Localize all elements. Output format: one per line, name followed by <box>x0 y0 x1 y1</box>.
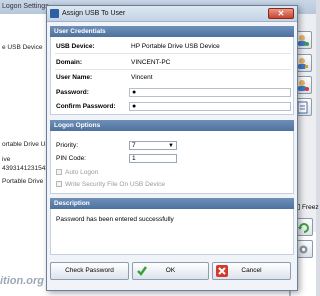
domain-value: VINCENT-PC <box>131 59 171 66</box>
watermark: ition.org <box>0 275 44 287</box>
priority-select[interactable]: 7 ▼ <box>129 141 177 150</box>
checkbox-icon <box>56 181 62 188</box>
user-name-label: User Name: <box>56 74 93 81</box>
auto-logon-label: Auto Logon <box>65 169 99 176</box>
parent-title: Logon Settings <box>2 3 49 10</box>
ok-label: OK <box>165 267 176 274</box>
checkmark-icon <box>137 266 148 276</box>
description-text: Password has been entered successfully <box>56 216 174 223</box>
ok-button[interactable]: OK <box>132 262 209 280</box>
checkbox-icon <box>56 169 62 176</box>
description-panel: Password has been entered successfully <box>50 209 294 255</box>
close-icon <box>216 265 228 277</box>
divider <box>55 69 291 70</box>
refresh-icon <box>298 223 309 233</box>
description-header: Description <box>50 198 294 209</box>
write-security-label: Write Security File On USB Device <box>65 181 165 188</box>
freeze-label: Freez <box>302 204 319 211</box>
user-name-value: Vincent <box>131 74 153 81</box>
dialog-titlebar[interactable]: Assign USB To User ✕ <box>47 6 297 22</box>
password-field[interactable]: ● <box>129 88 291 97</box>
dialog-title: Assign USB To User <box>62 10 126 17</box>
write-security-checkbox[interactable]: Write Security File On USB Device <box>56 181 165 188</box>
confirm-password-field[interactable]: ● <box>129 102 291 111</box>
list-item[interactable]: Portable Drive <box>2 178 43 185</box>
gear-icon <box>299 245 308 254</box>
priority-value: 7 <box>132 142 136 149</box>
logon-options-header: Logon Options <box>50 120 294 131</box>
password-label: Password: <box>56 89 89 96</box>
credentials-panel: USB Device: HP Portable Drive USB Device… <box>50 37 294 115</box>
pin-code-field[interactable]: 1 <box>129 154 177 163</box>
usb-device-label: USB Device: <box>56 43 95 50</box>
assign-usb-dialog: Assign USB To User ✕ User Credentials US… <box>46 5 298 291</box>
list-item[interactable]: e USB Device <box>2 44 42 51</box>
credentials-header: User Credentials <box>50 26 294 37</box>
confirm-password-label: Confirm Password: <box>56 103 116 110</box>
app-icon <box>50 9 59 18</box>
logon-options-panel: Priority: 7 ▼ PIN Code: 1 Auto Logon Wri… <box>50 131 294 194</box>
check-password-label: Check Password <box>65 267 114 274</box>
priority-label: Priority: <box>56 142 79 149</box>
list-item[interactable]: ive <box>2 156 10 163</box>
usb-device-value: HP Portable Drive USB Device <box>131 43 220 50</box>
chevron-down-icon: ▼ <box>168 143 174 149</box>
close-button[interactable]: ✕ <box>268 8 294 19</box>
check-password-button[interactable]: Check Password <box>50 262 129 280</box>
auto-logon-checkbox[interactable]: Auto Logon <box>56 169 98 176</box>
domain-label: Domain: <box>56 59 82 66</box>
pin-code-label: PIN Code: <box>56 155 86 162</box>
cancel-label: Cancel <box>241 267 262 274</box>
divider <box>55 53 291 54</box>
cancel-button[interactable]: Cancel <box>212 262 291 280</box>
